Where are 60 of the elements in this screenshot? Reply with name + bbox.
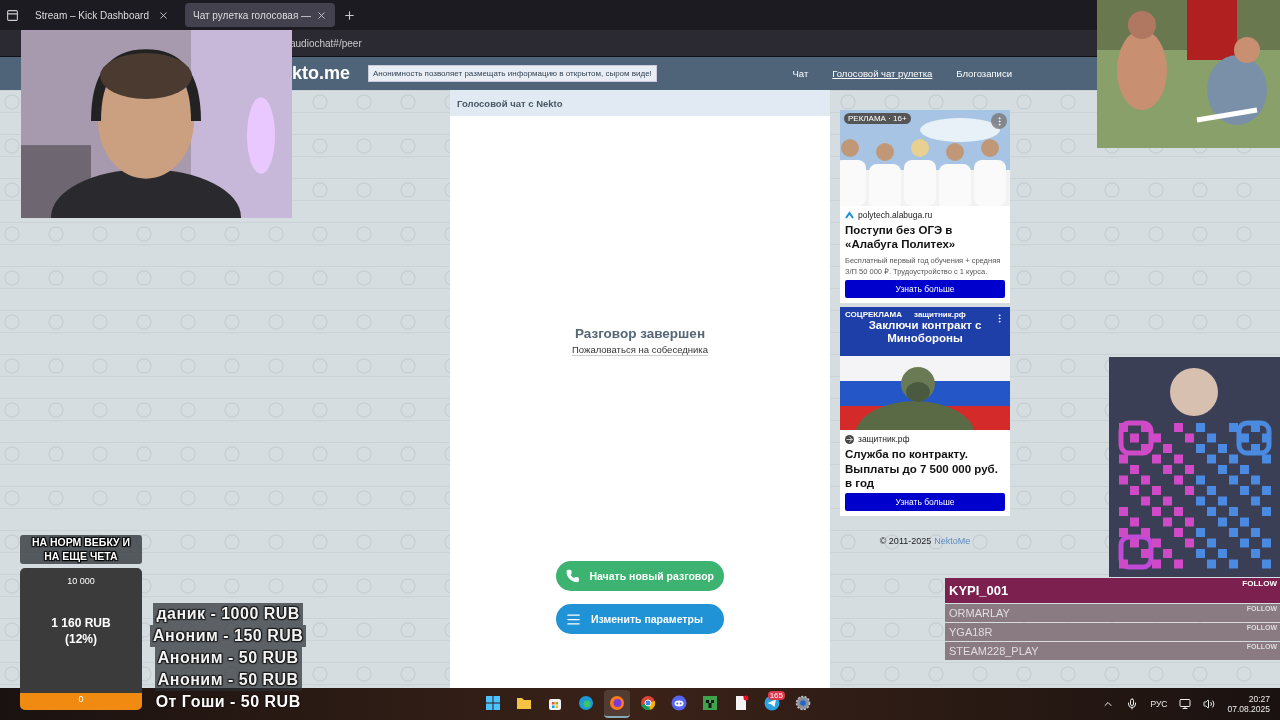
follower-name: KYPI_001 <box>949 583 1009 598</box>
nav-link[interactable]: Блогозаписи <box>956 68 1012 79</box>
goal-min: 0 <box>78 694 84 705</box>
ad-title: Служба по контракту. Выплаты до 7 500 000 руб. в год <box>845 447 999 491</box>
banner-label: СОЦРЕКЛАМА <box>845 310 903 320</box>
phone-icon <box>566 569 580 583</box>
list-icon <box>566 611 581 627</box>
donation-entry: Аноним - 50 RUB <box>154 647 302 669</box>
browser-tab[interactable]: Чат рулетка голосовая — <box>185 3 335 27</box>
goal-title: НА НОРМ ВЕБКУ И НА ЕЩЕ ЧЕТА <box>20 535 142 565</box>
block-face-icon <box>702 695 718 711</box>
nav-link[interactable]: Голосовой чат рулетка <box>832 68 933 79</box>
ad-title: Поступи без ОГЭ в «Алабуга Политех» <box>845 223 957 252</box>
unread-badge: 165 <box>767 691 785 700</box>
follower-name: YGA18R <box>949 626 993 638</box>
game-controller-icon <box>671 695 687 711</box>
donation-entry: даник - 1000 RUB <box>153 603 303 625</box>
ad-domain[interactable]: polytech.alabuga.ru <box>858 210 933 220</box>
new-tab-icon[interactable] <box>343 8 356 22</box>
goal-max: 10 000 <box>67 576 95 587</box>
donation-entry: От Гоши - 50 RUB <box>154 692 302 712</box>
chevron-up-icon <box>845 210 854 220</box>
browser-icon <box>609 695 625 711</box>
browser-tab[interactable]: Stream – Kick Dashboard <box>27 3 177 27</box>
follower-name: ORMARLAY <box>949 607 1010 619</box>
settings-icon <box>795 695 811 711</box>
windows-logo-icon <box>485 695 501 711</box>
chat-title: Голосовой чат с Nekto <box>450 90 830 116</box>
goal-amount: 1 160 RUB (12%) <box>51 616 111 648</box>
banner-site: защитник.рф <box>914 310 966 320</box>
browser-icon <box>640 695 656 711</box>
language-indicator[interactable]: РУС <box>1150 699 1168 709</box>
microphone-icon[interactable] <box>1126 698 1139 710</box>
arrow-right-icon <box>845 434 854 444</box>
document-icon <box>733 695 749 711</box>
nav-link[interactable]: Чат <box>792 68 809 79</box>
ad-domain[interactable]: защитник.рф <box>858 434 910 445</box>
banner-title: Заключи контракт с Минобороны <box>867 319 983 345</box>
notice-banner: Анонимность позволяет размещать информацию в открытом, сыром виде! <box>368 65 657 82</box>
close-icon[interactable] <box>158 9 169 21</box>
donation-entry: Аноним - 150 RUB <box>150 625 307 647</box>
clock-time: 20:27 <box>1248 694 1270 704</box>
folder-icon <box>516 695 532 711</box>
site-logo[interactable]: kto.me <box>292 63 351 84</box>
browser-icon <box>578 695 594 711</box>
report-link[interactable]: Пожаловаться на собеседника <box>572 344 708 356</box>
follower-name: STEAM228_PLAY <box>949 645 1039 657</box>
close-icon[interactable] <box>316 9 327 21</box>
monitor-icon[interactable] <box>1179 698 1192 710</box>
ad-label: РЕКЛАМА · 16+ <box>844 113 911 124</box>
chat-status: Разговор завершен <box>574 326 706 341</box>
copyright: © 2011-2025 <box>879 536 932 547</box>
tab-list-icon[interactable] <box>6 8 19 22</box>
volume-icon[interactable] <box>1203 698 1216 710</box>
learn-more-button[interactable]: Узнать больше <box>845 280 1005 299</box>
taskbar-button[interactable]: 165 <box>759 690 785 718</box>
donation-entry: Аноним - 50 RUB <box>154 669 302 691</box>
clock-date: 07.08.2025 <box>1227 704 1270 714</box>
follow-label: FOLLOW <box>1242 579 1277 588</box>
learn-more-button[interactable]: Узнать больше <box>845 493 1005 512</box>
